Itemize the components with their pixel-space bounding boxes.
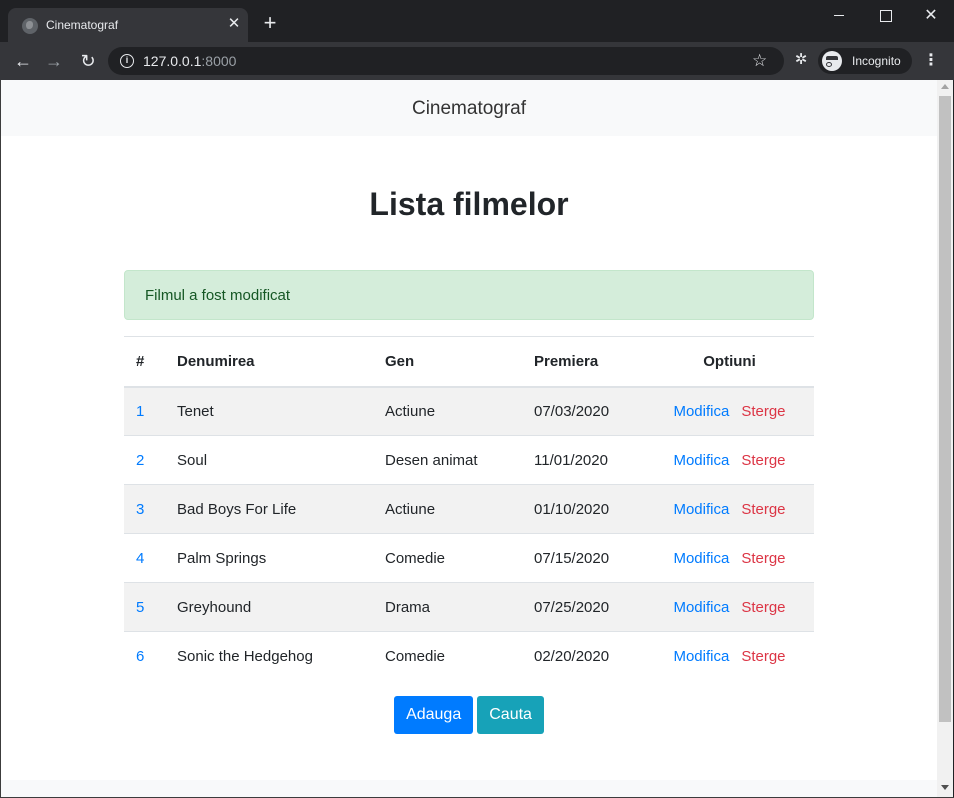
header-num: #	[124, 336, 165, 388]
header-name: Denumirea	[165, 336, 373, 388]
navbar-brand[interactable]: Cinematograf	[1, 98, 937, 120]
movie-name: Bad Boys For Life	[165, 484, 373, 534]
globe-favicon-icon	[22, 18, 38, 34]
movie-premiere: 02/20/2020	[522, 631, 645, 681]
edit-link[interactable]: Modifica	[673, 501, 729, 518]
url-text: 127.0.0.1:8000	[143, 53, 236, 69]
delete-link[interactable]: Sterge	[741, 452, 785, 469]
kebab-menu-icon[interactable]: ⋮	[922, 51, 940, 71]
edit-link[interactable]: Modifica	[673, 648, 729, 665]
star-icon[interactable]: ☆	[752, 51, 767, 71]
window-frame-left	[0, 80, 1, 798]
address-bar[interactable]: i 127.0.0.1:8000 ☆	[108, 47, 784, 75]
minimize-button[interactable]	[816, 0, 862, 32]
footer-strip	[1, 780, 937, 797]
tab-title: Cinematograf	[46, 18, 119, 32]
movie-id-link[interactable]: 5	[136, 599, 144, 616]
table-row: 2 Soul Desen animat 11/01/2020 Modifica S…	[124, 435, 814, 485]
movie-id-link[interactable]: 6	[136, 648, 144, 665]
scroll-up-arrow-icon[interactable]	[941, 84, 949, 89]
incognito-badge[interactable]: Incognito	[818, 48, 912, 74]
forward-arrow-icon[interactable]: →	[42, 49, 66, 73]
add-button[interactable]: Adauga	[394, 696, 474, 734]
window-close-button[interactable]: ✕	[908, 0, 954, 32]
movie-premiere: 11/01/2020	[522, 435, 645, 485]
url-port: :8000	[201, 53, 237, 69]
movie-name: Sonic the Hedgehog	[165, 631, 373, 681]
scroll-down-arrow-icon[interactable]	[941, 785, 949, 790]
delete-link[interactable]: Sterge	[741, 501, 785, 518]
back-arrow-icon[interactable]: ←	[11, 49, 35, 73]
puzzle-icon[interactable]: ✲	[792, 51, 810, 69]
navbar: Cinematograf	[1, 80, 937, 136]
close-icon[interactable]: ✕	[226, 16, 242, 32]
movie-premiere: 07/25/2020	[522, 582, 645, 632]
browser-tab[interactable]: Cinematograf ✕	[8, 8, 248, 42]
edit-link[interactable]: Modifica	[673, 403, 729, 420]
movie-name: Palm Springs	[165, 533, 373, 583]
page-title: Lista filmelor	[369, 186, 569, 222]
table-row: 3 Bad Boys For Life Actiune 01/10/2020 M…	[124, 484, 814, 534]
browser-tabstrip: Cinematograf ✕ + ✕	[0, 0, 954, 42]
delete-link[interactable]: Sterge	[741, 550, 785, 567]
movie-genre: Comedie	[373, 631, 522, 681]
movie-premiere: 07/15/2020	[522, 533, 645, 583]
movie-name: Tenet	[165, 386, 373, 436]
movie-genre: Actiune	[373, 484, 522, 534]
action-buttons: Adauga Cauta	[1, 696, 937, 734]
movie-name: Greyhound	[165, 582, 373, 632]
search-button[interactable]: Cauta	[477, 696, 544, 734]
header-premiere: Premiera	[522, 336, 645, 388]
movie-id-link[interactable]: 4	[136, 550, 144, 567]
header-genre: Gen	[373, 336, 522, 388]
movie-id-link[interactable]: 1	[136, 403, 144, 420]
reload-icon[interactable]: ↻	[76, 49, 100, 73]
edit-link[interactable]: Modifica	[673, 452, 729, 469]
incognito-icon	[822, 51, 842, 71]
table-row: 6 Sonic the Hedgehog Comedie 02/20/2020 …	[124, 631, 814, 681]
movie-premiere: 01/10/2020	[522, 484, 645, 534]
movie-premiere: 07/03/2020	[522, 386, 645, 436]
page-viewport: Cinematograf Lista filmelor Filmul a fos…	[1, 80, 937, 797]
scroll-thumb[interactable]	[939, 96, 951, 722]
movie-genre: Drama	[373, 582, 522, 632]
browser-toolbar: ← → ↻ i 127.0.0.1:8000 ☆ ✲ Incognito ⋮	[0, 42, 954, 80]
edit-link[interactable]: Modifica	[673, 550, 729, 567]
table-row: 4 Palm Springs Comedie 07/15/2020 Modifi…	[124, 533, 814, 583]
header-options: Optiuni	[645, 336, 814, 388]
delete-link[interactable]: Sterge	[741, 648, 785, 665]
movie-id-link[interactable]: 2	[136, 452, 144, 469]
movie-genre: Desen animat	[373, 435, 522, 485]
table-row: 1 Tenet Actiune 07/03/2020 Modifica Sterg…	[124, 386, 814, 436]
movies-table: # Denumirea Gen Premiera Optiuni 1 Tenet…	[124, 336, 814, 681]
movie-genre: Comedie	[373, 533, 522, 583]
table-header-row: # Denumirea Gen Premiera Optiuni	[124, 336, 814, 388]
delete-link[interactable]: Sterge	[741, 403, 785, 420]
plus-icon[interactable]: +	[258, 12, 282, 36]
movie-name: Soul	[165, 435, 373, 485]
table-row: 5 Greyhound Drama 07/25/2020 Modifica Ste…	[124, 582, 814, 632]
success-alert: Filmul a fost modificat	[124, 270, 814, 320]
vertical-scrollbar[interactable]	[937, 80, 953, 797]
movie-id-link[interactable]: 3	[136, 501, 144, 518]
incognito-label: Incognito	[852, 54, 901, 68]
delete-link[interactable]: Sterge	[741, 599, 785, 616]
edit-link[interactable]: Modifica	[673, 599, 729, 616]
url-host: 127.0.0.1	[143, 53, 202, 69]
info-icon[interactable]: i	[120, 54, 134, 68]
maximize-button[interactable]	[862, 0, 908, 32]
movie-genre: Actiune	[373, 386, 522, 436]
